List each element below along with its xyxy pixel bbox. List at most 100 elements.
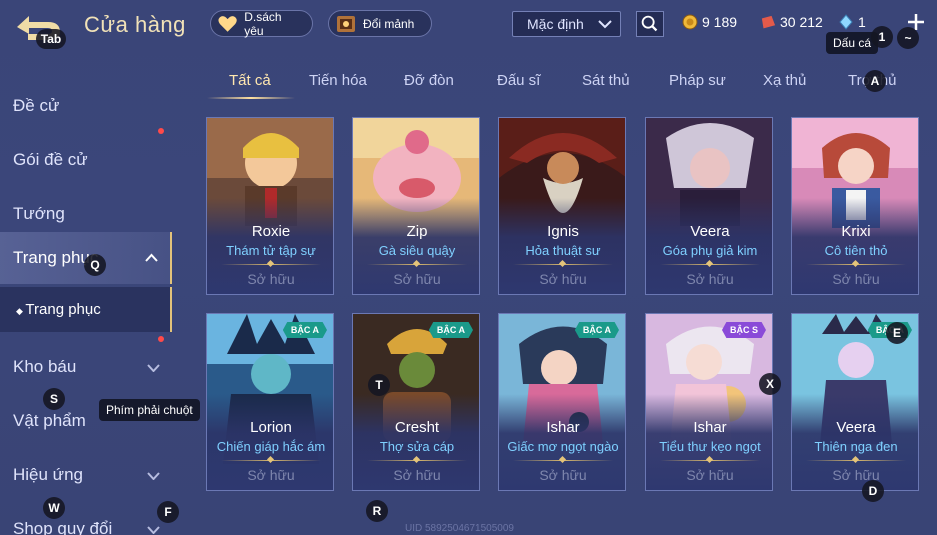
tab-marksman[interactable]: Xạ thủ — [763, 72, 806, 89]
category-tabs: Tất cả Tiến hóa Đỡ đòn Đấu sĩ Sát thủ Ph… — [205, 64, 937, 100]
tab-tank[interactable]: Đỡ đòn — [404, 72, 454, 89]
owned-status: Sở hữu — [247, 271, 295, 287]
owned-status: Sở hữu — [686, 467, 734, 483]
page-title: Cửa hàng — [84, 12, 186, 37]
card-divider — [806, 460, 906, 461]
skin-name: Chiến giáp hắc ám — [216, 439, 326, 454]
diamond-amount: 1 — [858, 14, 866, 30]
hero-name: Ishar — [546, 419, 580, 436]
chevron-down-icon — [598, 20, 612, 29]
sidebar-item-label: Shop quy đổi — [13, 519, 113, 535]
skin-card[interactable]: BẬC A Cresht Thợ sửa cáp Sở hữu — [352, 313, 480, 491]
card-divider — [660, 460, 760, 461]
hero-name: Veera — [836, 419, 876, 436]
sidebar-item-label: Hiệu ứng — [13, 465, 83, 484]
card-divider — [367, 460, 467, 461]
voucher-icon — [761, 15, 776, 29]
sidebar: Đề cử Gói đề cử Tướng Trang phục ◆ Trang… — [0, 70, 175, 535]
hero-name: Roxie — [251, 223, 291, 240]
skin-card[interactable]: Roxie Thám tử tập sự Sở hữu — [206, 117, 334, 295]
card-divider — [367, 264, 467, 265]
owned-status: Sở hữu — [393, 271, 441, 287]
skin-name: Hỏa thuật sư — [525, 243, 601, 258]
tab-all[interactable]: Tất cả — [229, 72, 271, 89]
owned-status: Sở hữu — [832, 467, 880, 483]
key-hint-w: W — [43, 497, 65, 519]
card-divider — [513, 460, 613, 461]
skin-card[interactable]: Ignis Hỏa thuật sư Sở hữu — [498, 117, 626, 295]
skin-name: Thiên nga đen — [814, 439, 898, 454]
skin-name: Gà siêu quậy — [378, 243, 456, 258]
sidebar-item-label: Tướng — [13, 204, 65, 223]
search-icon — [641, 15, 658, 32]
key-hint-t: T — [368, 374, 390, 396]
chest-icon — [337, 15, 355, 32]
key-hint-tilde: ~ — [897, 27, 919, 49]
notification-dot — [158, 336, 164, 342]
search-button[interactable] — [636, 11, 664, 37]
active-tab-underline — [207, 97, 295, 99]
gold-currency: 9 189 — [682, 12, 737, 32]
sort-dropdown[interactable]: Mặc định — [512, 11, 621, 37]
sidebar-item-treasure[interactable]: Kho báu — [0, 341, 172, 393]
skin-card[interactable]: BẬC A Lorion Chiến giáp hắc ám Sở hữu — [206, 313, 334, 491]
sidebar-item-label: Đề cử — [13, 96, 60, 115]
owned-status: Sở hữu — [832, 271, 880, 287]
skin-name: Tiểu thư kẹo ngọt — [659, 439, 761, 454]
chevron-up-icon — [145, 253, 158, 262]
key-hint-q: Q — [84, 254, 106, 276]
hero-name: Cresht — [394, 419, 440, 436]
skin-name: Giấc mơ ngọt ngào — [507, 439, 619, 454]
hero-name: Lorion — [250, 419, 292, 436]
sidebar-item-label: Kho báu — [13, 357, 77, 376]
tab-evolution[interactable]: Tiến hóa — [309, 72, 367, 89]
wishlist-button[interactable]: D.sách yêu — [210, 10, 313, 38]
tab-fighter[interactable]: Đấu sĩ — [497, 72, 540, 89]
sidebar-item-label: Gói đề cử — [13, 150, 88, 169]
tab-mage[interactable]: Pháp sư — [669, 72, 726, 89]
top-bar: Tab Cửa hàng D.sách yêu Đổi mảnh Mặc địn… — [0, 0, 937, 54]
sidebar-subitem-label: Trang phục — [25, 301, 101, 318]
heart-icon — [218, 15, 237, 32]
sidebar-item-exchange-shop[interactable]: Shop quy đổi — [0, 503, 172, 535]
key-hint-e: E — [886, 322, 908, 344]
skin-name: Cô tiên thỏ — [824, 243, 888, 258]
sidebar-item-recommended-packs[interactable]: Gói đề cử — [0, 134, 172, 186]
diamond-currency: 1 — [838, 12, 866, 32]
exchange-button[interactable]: Đổi mảnh — [328, 10, 432, 37]
chevron-down-icon — [147, 364, 160, 372]
card-divider — [221, 460, 321, 461]
tab-assassin[interactable]: Sát thủ — [582, 72, 630, 89]
sidebar-subitem-skins[interactable]: ◆ Trang phục — [0, 287, 172, 332]
voucher-currency: 30 212 — [760, 12, 823, 32]
skin-card[interactable]: BẬC A Ishar Giấc mơ ngọt ngào Sở hữu — [498, 313, 626, 491]
gold-amount: 9 189 — [702, 14, 738, 30]
key-hint-d: D — [862, 480, 884, 502]
hero-name: Krixi — [841, 223, 871, 240]
skin-card[interactable]: Zip Gà siêu quậy Sở hữu — [352, 117, 480, 295]
sidebar-item-recommended[interactable]: Đề cử — [0, 80, 172, 132]
skin-card[interactable]: Veera Góa phụ giả kim Sở hữu — [645, 117, 773, 295]
skin-card[interactable]: BẬC S Ishar Tiểu thư kẹo ngọt Sở hữu — [645, 313, 773, 491]
owned-status: Sở hữu — [247, 467, 295, 483]
key-hint-a: A — [864, 70, 886, 92]
sidebar-item-effects[interactable]: Hiệu ứng — [0, 449, 172, 501]
sidebar-item-label: Vật phẩm — [13, 411, 86, 430]
hero-name: Ignis — [547, 223, 579, 240]
key-hint-f: F — [157, 501, 179, 523]
skin-name: Góa phụ giả kim — [662, 243, 758, 258]
key-hint-r: R — [366, 500, 388, 522]
bullet-icon: ◆ — [16, 306, 26, 316]
sort-value: Mặc định — [527, 16, 584, 32]
notification-dot — [158, 128, 164, 134]
chevron-down-icon — [147, 472, 160, 480]
card-divider — [513, 264, 613, 265]
key-hint-x: X — [759, 373, 781, 395]
gold-coin-icon — [682, 14, 698, 30]
owned-status: Sở hữu — [539, 271, 587, 287]
voucher-amount: 30 212 — [780, 14, 823, 30]
card-divider — [806, 264, 906, 265]
key-hint-1: 1 — [871, 26, 893, 48]
card-divider — [221, 264, 321, 265]
skin-card[interactable]: Krixi Cô tiên thỏ Sở hữu — [791, 117, 919, 295]
